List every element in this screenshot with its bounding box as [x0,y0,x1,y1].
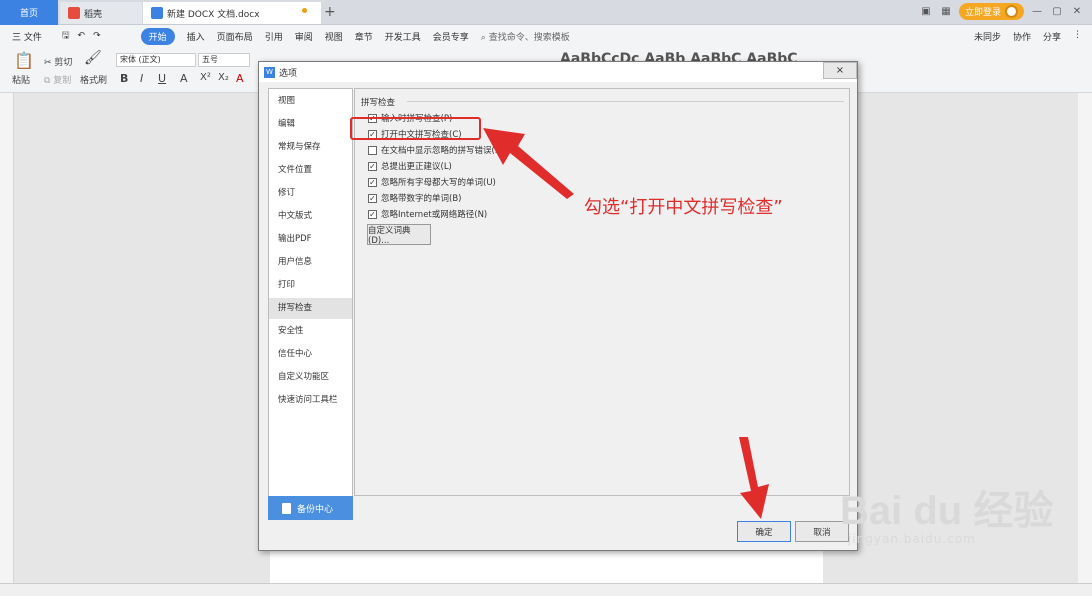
baidu-watermark: Bai du 经验 jingyan.baidu.com [840,478,1053,546]
baidu-logo: Bai du 经验 [840,489,1054,533]
annotation-callout: 勾选“打开中文拼写检查” [584,197,783,218]
arrow-to-ok-icon [739,437,769,519]
arrow-to-option-icon [483,128,574,199]
